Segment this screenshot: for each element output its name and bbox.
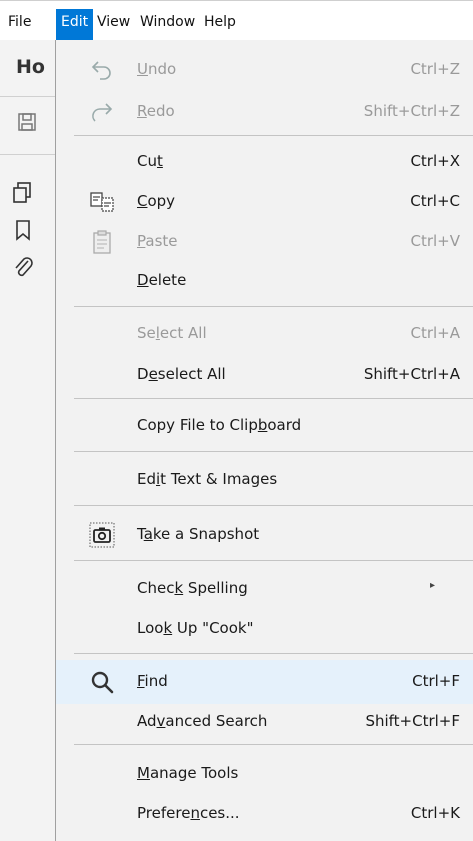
menu-item-preferences[interactable]: Preferences... Ctrl+K: [56, 792, 473, 836]
menu-item-redo[interactable]: Redo Shift+Ctrl+Z: [56, 90, 473, 134]
menu-help[interactable]: Help: [199, 10, 241, 40]
menu-item-look-up[interactable]: Look Up "Cook": [56, 607, 473, 651]
menu-divider: [74, 398, 473, 399]
menu-item-label: Advanced Search: [137, 712, 268, 730]
menu-item-check-spelling[interactable]: Check Spelling ▸: [56, 567, 473, 611]
submenu-arrow-icon: ▸: [429, 580, 435, 591]
menu-item-label: Manage Tools: [137, 764, 239, 782]
menu-item-label: Select All: [137, 324, 207, 342]
menu-item-paste[interactable]: Paste Ctrl+V: [56, 220, 473, 264]
menu-view[interactable]: View: [92, 10, 135, 40]
menu-item-label: Preferences...: [137, 804, 240, 822]
menu-item-edit-text-images[interactable]: Edit Text & Images: [56, 458, 473, 502]
divider: [0, 154, 60, 155]
menu-divider: [74, 653, 473, 654]
menu-item-select-all[interactable]: Select All Ctrl+A: [56, 312, 473, 356]
bookmark-icon[interactable]: [12, 218, 36, 242]
menu-item-label: Cut: [137, 152, 163, 170]
attachment-icon[interactable]: [12, 256, 36, 280]
shortcut-text: Ctrl+X: [410, 152, 460, 170]
shortcut-text: Ctrl+C: [410, 192, 460, 210]
shortcut-text: Shift+Ctrl+A: [363, 365, 460, 383]
menu-file[interactable]: File: [3, 10, 36, 40]
menu-item-label: Edit Text & Images: [137, 470, 278, 488]
camera-icon: [89, 522, 115, 548]
menu-window[interactable]: Window: [135, 10, 200, 40]
undo-icon: [91, 61, 111, 80]
menu-item-cut[interactable]: Cut Ctrl+X: [56, 140, 473, 184]
shortcut-text: Ctrl+A: [410, 324, 460, 342]
shortcut-text: Ctrl+K: [410, 804, 460, 822]
shortcut-text: Shift+Ctrl+Z: [363, 102, 460, 120]
menu-item-delete[interactable]: Delete: [56, 259, 473, 303]
menu-item-label: Copy: [137, 192, 176, 210]
home-tab[interactable]: Ho: [16, 56, 45, 78]
menu-divider: [74, 560, 473, 561]
menu-item-label: Delete: [137, 271, 187, 289]
redo-icon: [92, 103, 113, 122]
menu-divider: [74, 451, 473, 452]
app-background: Ho: [0, 40, 60, 841]
menu-item-label: Take a Snapshot: [137, 525, 260, 543]
copy-icon: [90, 192, 114, 212]
paste-icon: [93, 230, 111, 254]
menu-item-label: Look Up "Cook": [137, 619, 254, 637]
shortcut-text: Ctrl+Z: [410, 60, 460, 78]
shortcut-text: Ctrl+F: [412, 672, 460, 690]
shortcut-text: Ctrl+V: [410, 232, 460, 250]
menu-item-label: Undo: [137, 60, 177, 78]
menu-item-undo[interactable]: Undo Ctrl+Z: [56, 48, 473, 92]
menu-edit[interactable]: Edit: [56, 9, 94, 41]
menu-divider: [74, 744, 473, 745]
menu-divider: [74, 505, 473, 506]
edit-menu-dropdown: Undo Ctrl+Z Redo Shift+Ctrl+Z Cut Ctrl+X…: [55, 40, 473, 841]
pages-icon[interactable]: [12, 180, 36, 204]
menu-item-take-snapshot[interactable]: Take a Snapshot: [56, 513, 473, 557]
shortcut-text: Shift+Ctrl+F: [365, 712, 460, 730]
search-icon: [91, 671, 114, 694]
menu-item-label: Find: [137, 672, 168, 690]
menu-item-manage-tools[interactable]: Manage Tools: [56, 752, 473, 796]
menu-divider: [74, 135, 473, 136]
menu-item-label: Check Spelling: [137, 579, 248, 597]
menu-item-label: Redo: [137, 102, 175, 120]
menu-bar: File Edit View Window Help: [0, 0, 473, 41]
menu-item-label: Deselect All: [137, 365, 226, 383]
menu-item-label: Paste: [137, 232, 178, 250]
menu-item-advanced-search[interactable]: Advanced Search Shift+Ctrl+F: [56, 700, 473, 744]
divider: [0, 96, 60, 97]
menu-item-copy[interactable]: Copy Ctrl+C: [56, 180, 473, 224]
save-icon[interactable]: [17, 112, 37, 132]
menu-item-find[interactable]: Find Ctrl+F: [56, 660, 473, 704]
menu-item-label: Copy File to Clipboard: [137, 416, 302, 434]
menu-item-deselect-all[interactable]: Deselect All Shift+Ctrl+A: [56, 353, 473, 397]
menu-item-copy-file-to-clipboard[interactable]: Copy File to Clipboard: [56, 404, 473, 448]
menu-divider: [74, 306, 473, 307]
